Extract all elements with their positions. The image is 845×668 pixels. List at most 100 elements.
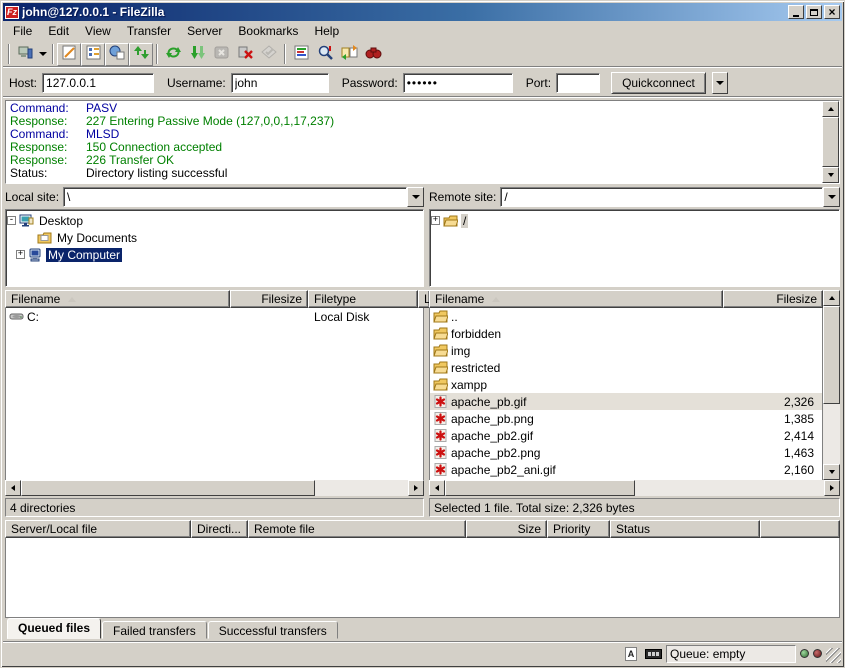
menu-item[interactable]: Server (179, 22, 230, 40)
local-column-filename[interactable]: Filename (5, 290, 230, 308)
scroll-thumb[interactable] (823, 306, 840, 404)
synchronized-browsing-button[interactable] (361, 43, 385, 66)
scroll-up-button[interactable] (823, 290, 840, 306)
file-search-button[interactable] (313, 43, 337, 66)
remote-vertical-scrollbar[interactable] (823, 290, 840, 480)
queue-column-header[interactable]: Remote file (248, 520, 466, 538)
scroll-left-button[interactable] (5, 480, 21, 496)
directory-comparison-button[interactable] (337, 43, 361, 66)
remote-file-row[interactable]: apache_pb2_ani.gif 2,160 (430, 461, 822, 478)
close-button[interactable]: × (824, 5, 840, 19)
maximize-button[interactable] (806, 5, 822, 19)
queue-column-header[interactable]: Size (466, 520, 547, 538)
tree-item-my-computer[interactable]: + My Computer (7, 246, 422, 263)
scroll-down-icon (829, 470, 835, 474)
disconnect-icon (237, 44, 254, 64)
queue-column-header[interactable]: Status (610, 520, 760, 538)
scroll-thumb[interactable] (21, 480, 315, 496)
scroll-track[interactable] (21, 480, 408, 496)
refresh-button[interactable] (161, 43, 185, 66)
local-site-dropdown-button[interactable] (407, 187, 424, 207)
remote-site-combobox[interactable]: / (500, 187, 840, 207)
toolbar-separator (52, 44, 54, 64)
process-queue-button[interactable] (185, 43, 209, 66)
transfer-queue-icon (133, 44, 150, 64)
remote-file-name: forbidden (451, 327, 501, 341)
local-site-label: Local site: (5, 190, 59, 204)
site-manager-button[interactable] (13, 43, 37, 66)
local-column-filesize[interactable]: Filesize (230, 290, 308, 308)
scroll-track[interactable] (822, 117, 839, 167)
local-site-value[interactable]: \ (63, 187, 407, 207)
remote-horizontal-scrollbar[interactable] (429, 480, 840, 496)
host-input[interactable] (42, 73, 154, 93)
expand-expander[interactable]: + (431, 216, 440, 225)
remote-site-value[interactable]: / (500, 187, 823, 207)
tree-item-desktop[interactable]: - Desktop (7, 212, 422, 229)
image-file-icon (433, 446, 448, 459)
toggle-local-tree-button[interactable] (81, 43, 105, 66)
remote-column-filesize[interactable]: Filesize (723, 290, 823, 308)
remote-file-row[interactable]: apache_pb2.png 1,463 (430, 444, 822, 461)
menu-item[interactable]: View (77, 22, 119, 40)
scroll-right-button[interactable] (408, 480, 424, 496)
remote-file-row[interactable]: img (430, 342, 822, 359)
remote-file-row[interactable]: .. (430, 308, 822, 325)
scroll-track[interactable] (445, 480, 824, 496)
minimize-button[interactable] (788, 5, 804, 19)
menu-item[interactable]: Help (306, 22, 347, 40)
remote-file-row[interactable]: restricted (430, 359, 822, 376)
remote-file-row[interactable]: forbidden (430, 325, 822, 342)
scroll-down-button[interactable] (823, 464, 840, 480)
tree-item-my-documents[interactable]: My Documents (7, 229, 422, 246)
host-label: Host: (9, 76, 37, 90)
queue-column-header[interactable]: Directi... (191, 520, 248, 538)
menu-item[interactable]: Bookmarks (230, 22, 306, 40)
queue-column-header[interactable] (760, 520, 840, 538)
scroll-down-button[interactable] (822, 167, 839, 183)
menu-item[interactable]: Transfer (119, 22, 179, 40)
local-site-combobox[interactable]: \ (63, 187, 424, 207)
queue-tab[interactable]: Successful transfers (208, 621, 338, 639)
quickconnect-dropdown-button[interactable] (712, 72, 728, 94)
scroll-right-button[interactable] (824, 480, 840, 496)
queue-column-header[interactable]: Server/Local file (5, 520, 191, 538)
queue-tab[interactable]: Queued files (7, 618, 101, 639)
password-input[interactable] (403, 73, 513, 93)
local-horizontal-scrollbar[interactable] (5, 480, 424, 496)
toggle-message-log-button[interactable] (57, 43, 81, 66)
remote-file-row[interactable]: apache_pb2.gif 2,414 (430, 427, 822, 444)
disconnect-button[interactable] (233, 43, 257, 66)
scroll-up-button[interactable] (822, 101, 839, 117)
menu-item[interactable]: File (5, 22, 40, 40)
directory-listing-filters-button[interactable] (289, 43, 313, 66)
toggle-remote-tree-button[interactable] (105, 43, 129, 66)
scroll-left-button[interactable] (429, 480, 445, 496)
port-input[interactable] (556, 73, 600, 93)
remote-file-row[interactable]: apache_pb.gif 2,326 (430, 393, 822, 410)
scroll-track[interactable] (823, 306, 840, 464)
title-bar[interactable]: Fz john@127.0.0.1 - FileZilla × (3, 3, 842, 21)
expand-expander[interactable]: + (16, 250, 25, 259)
transfer-queue-panel: Server/Local fileDirecti...Remote fileSi… (5, 520, 840, 639)
local-column-filetype[interactable]: Filetype (308, 290, 418, 308)
scroll-thumb[interactable] (445, 480, 635, 496)
queue-tab[interactable]: Failed transfers (102, 621, 207, 639)
scroll-thumb[interactable] (822, 117, 839, 167)
quickconnect-button[interactable]: Quickconnect (611, 72, 706, 94)
local-file-row[interactable]: C: Local Disk (6, 308, 423, 325)
remote-column-filename[interactable]: Filename (429, 290, 723, 308)
queue-body[interactable] (5, 538, 840, 618)
collapse-expander[interactable]: - (7, 216, 16, 225)
menu-item[interactable]: Edit (40, 22, 77, 40)
toggle-transfer-queue-button[interactable] (129, 43, 153, 66)
site-manager-dropdown-button[interactable] (37, 43, 49, 66)
tree-item-root[interactable]: + / (431, 212, 838, 229)
remote-site-dropdown-button[interactable] (823, 187, 840, 207)
remote-file-row[interactable]: xampp (430, 376, 822, 393)
username-input[interactable] (231, 73, 329, 93)
remote-file-row[interactable]: apache_pb.png 1,385 (430, 410, 822, 427)
queue-column-header[interactable]: Priority (547, 520, 610, 538)
log-vertical-scrollbar[interactable] (822, 101, 839, 183)
resize-grip[interactable] (826, 648, 841, 663)
